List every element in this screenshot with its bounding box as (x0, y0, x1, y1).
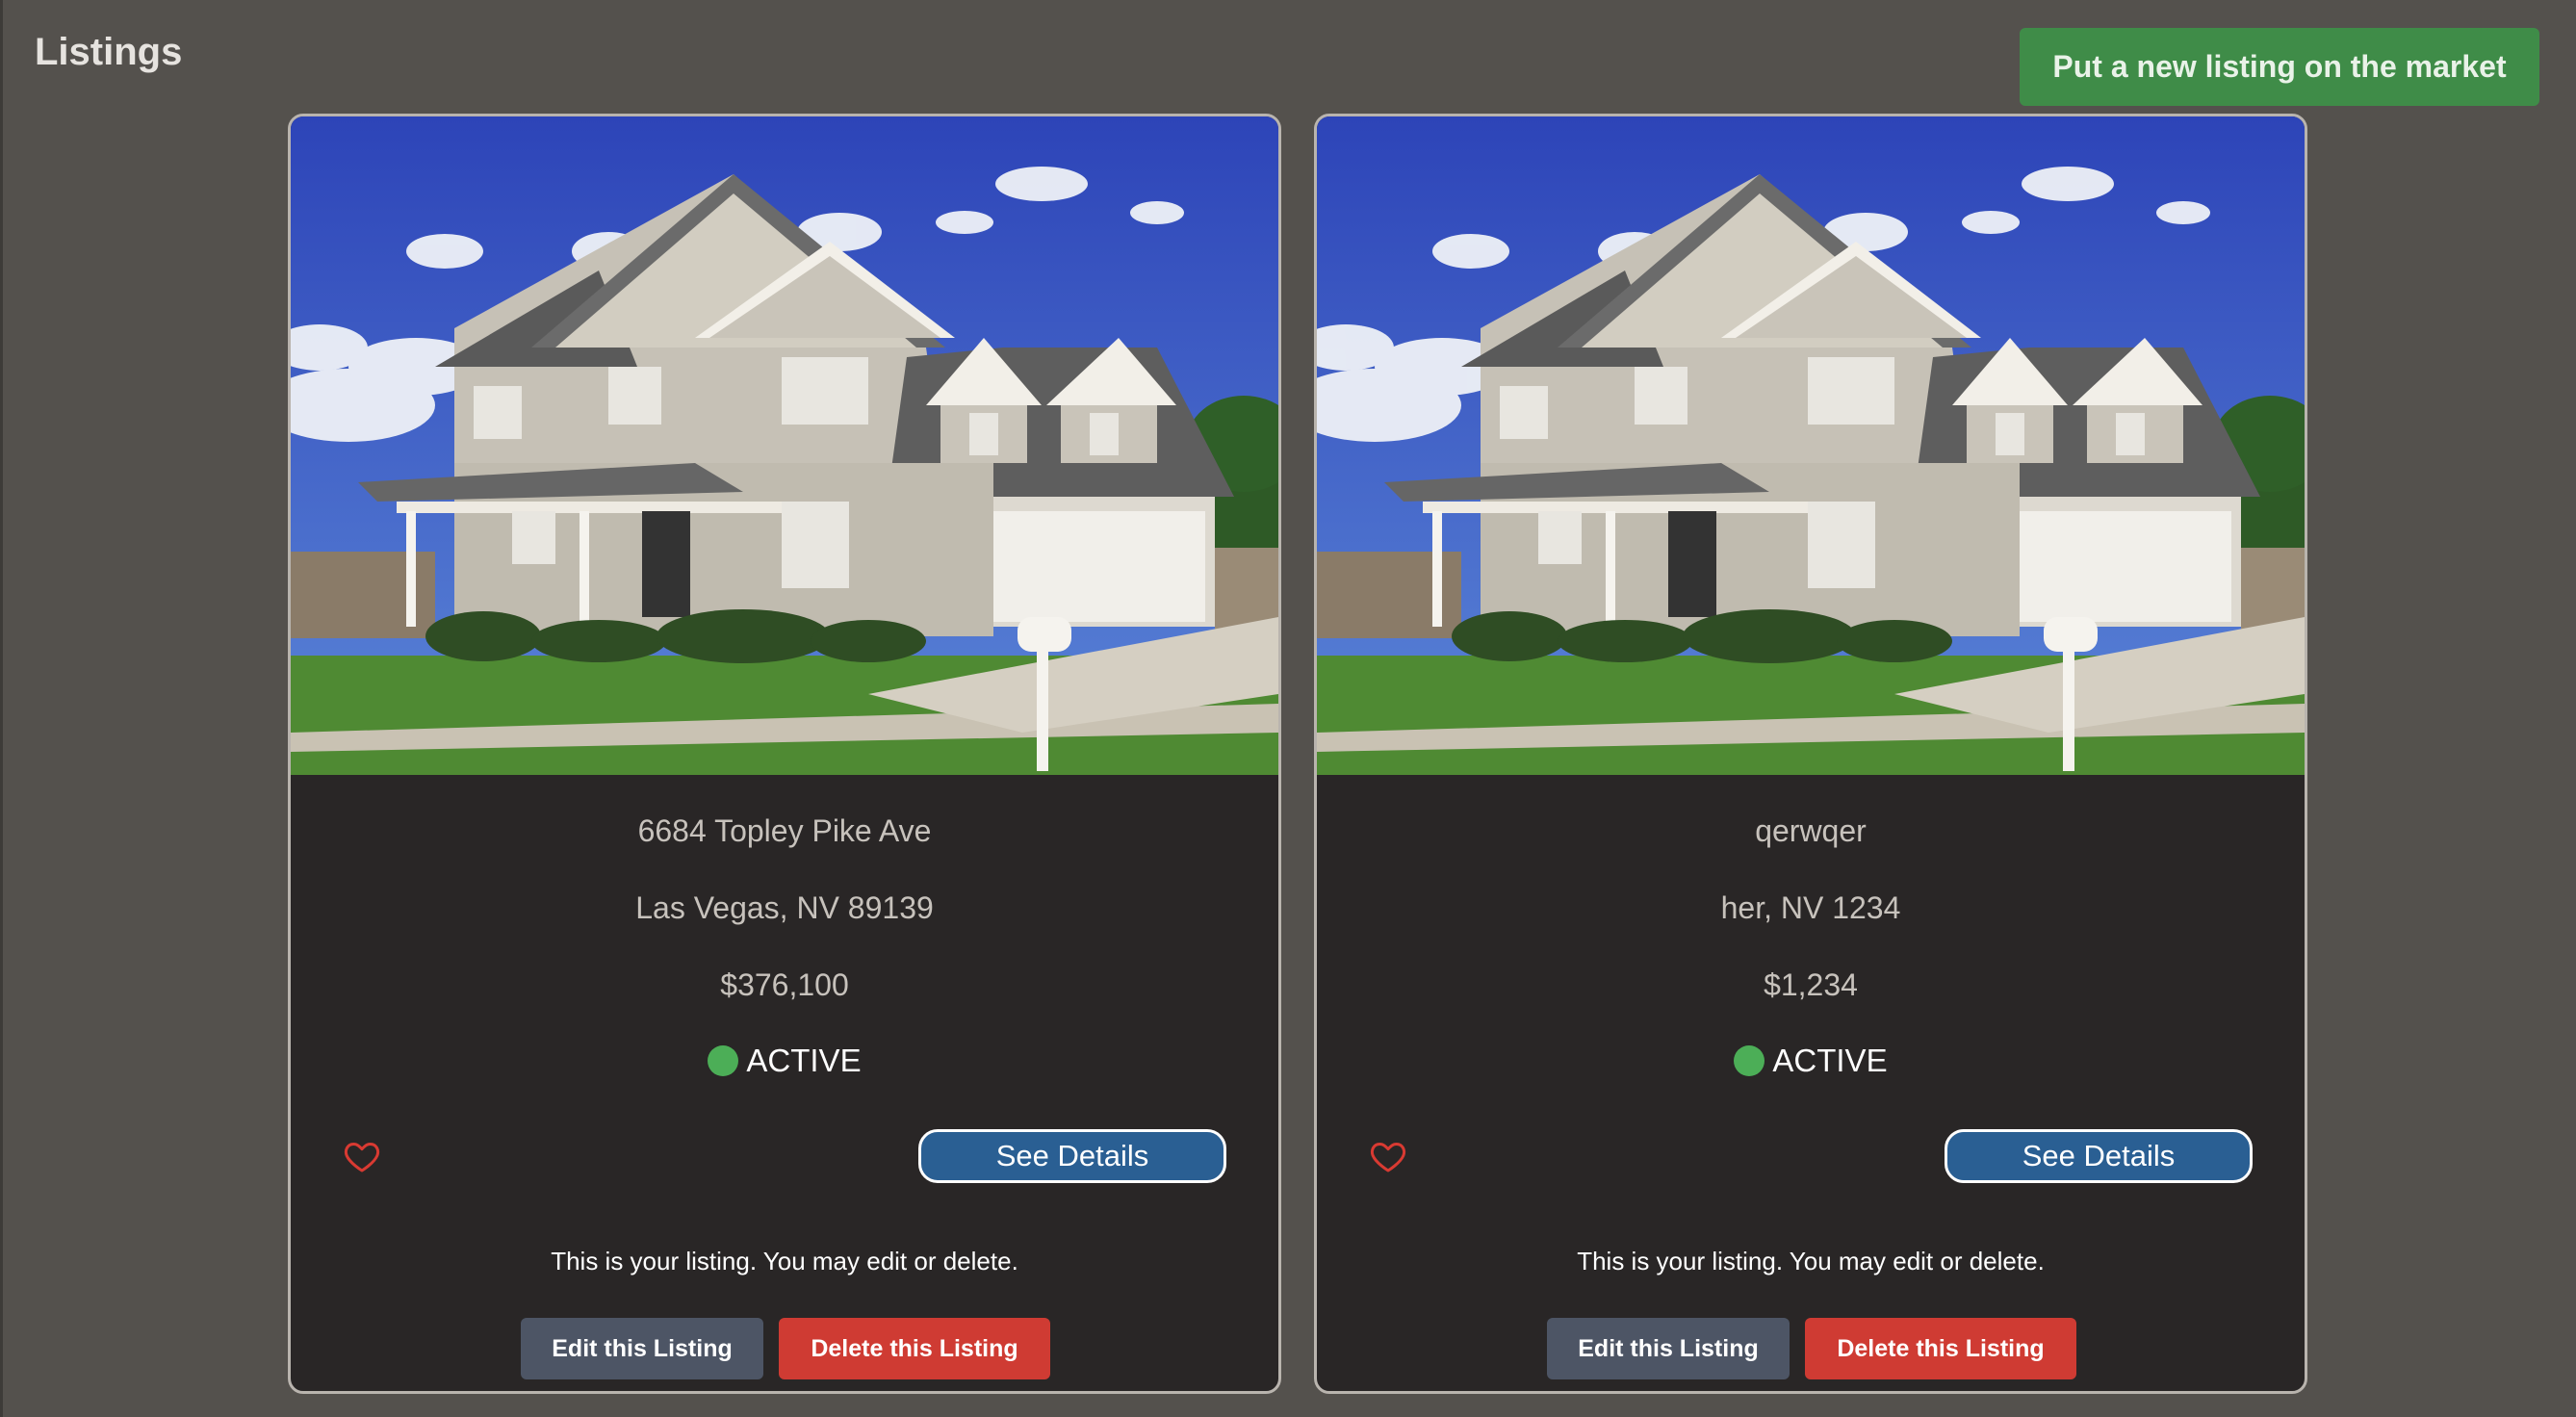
listing-price: $376,100 (720, 967, 849, 1002)
edit-listing-button[interactable]: Edit this Listing (1547, 1318, 1790, 1379)
house-photo (291, 116, 1278, 775)
status-text: ACTIVE (1772, 1043, 1888, 1078)
listing-city-state-zip: her, NV 1234 (1720, 890, 1901, 925)
listing-card: qerwqer her, NV 1234 $1,234 ACTIVE See D… (1314, 114, 2307, 1394)
listing-city-state-zip: Las Vegas, NV 89139 (635, 890, 934, 925)
edit-listing-button[interactable]: Edit this Listing (521, 1318, 763, 1379)
status-text: ACTIVE (746, 1043, 862, 1078)
page-title: Listings (35, 31, 183, 73)
listing-address: qerwqer (1755, 813, 1867, 848)
house-photo (1317, 116, 2305, 775)
status-dot-icon (708, 1045, 739, 1076)
listing-price: $1,234 (1764, 967, 1858, 1002)
heart-outline-icon[interactable] (1369, 1137, 1407, 1175)
window-edge (0, 0, 3, 1417)
listing-card: 6684 Topley Pike Ave Las Vegas, NV 89139… (288, 114, 1281, 1394)
listing-address: 6684 Topley Pike Ave (637, 813, 932, 848)
status-indicator: ACTIVE (1317, 1043, 2305, 1079)
listings-page: Listings Put a new listing on the market (0, 0, 2576, 1417)
see-details-button[interactable]: See Details (1945, 1129, 2253, 1183)
owner-note: This is your listing. You may edit or de… (551, 1247, 1018, 1275)
see-details-button[interactable]: See Details (918, 1129, 1226, 1183)
heart-outline-icon[interactable] (343, 1137, 381, 1175)
new-listing-button[interactable]: Put a new listing on the market (2020, 28, 2539, 106)
status-dot-icon (1734, 1045, 1765, 1076)
status-indicator: ACTIVE (291, 1043, 1278, 1079)
delete-listing-button[interactable]: Delete this Listing (1805, 1318, 2076, 1379)
delete-listing-button[interactable]: Delete this Listing (779, 1318, 1050, 1379)
owner-note: This is your listing. You may edit or de… (1577, 1247, 2045, 1275)
